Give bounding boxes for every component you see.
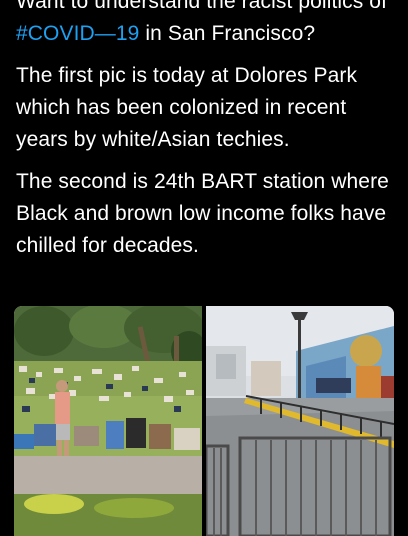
dolores-park-photo[interactable] xyxy=(14,306,202,536)
bart-station-photo[interactable] xyxy=(206,306,394,536)
tweet-text-segment: Want to understand the racist politics o… xyxy=(16,0,388,13)
tweet-body: Want to understand the racist politics o… xyxy=(16,0,400,272)
tweet-paragraph-3: The second is 24th BART station where Bl… xyxy=(16,166,400,262)
tweet-text-segment: The first pic is today at Dolores Park w… xyxy=(16,64,358,151)
tweet-paragraph-1: Want to understand the racist politics o… xyxy=(16,0,400,50)
park-crowd-image xyxy=(14,306,202,536)
hashtag-link[interactable]: #COVID—19 xyxy=(16,22,139,45)
tweet-text-segment: The second is 24th BART station where Bl… xyxy=(16,170,389,257)
tweet-text-segment: in San Francisco? xyxy=(139,22,316,45)
tweet-paragraph-2: The first pic is today at Dolores Park w… xyxy=(16,60,400,156)
plaza-mural-image xyxy=(206,306,394,536)
tweet-media xyxy=(14,306,394,536)
